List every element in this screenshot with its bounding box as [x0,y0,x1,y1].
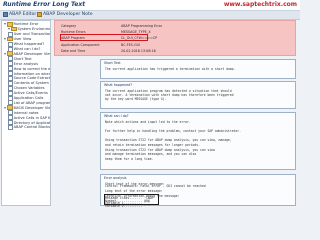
section-heading: What can I do? [104,114,129,118]
section-text-line: Note which actions and input led to the … [105,120,191,124]
tree-item-label: Internal notes [13,110,39,115]
document-icon [8,124,13,130]
tree-item-label: Error analysis [13,61,39,66]
expand-arrow-icon[interactable] [8,28,10,31]
tree-item-label: ABAP Developer View [13,51,51,56]
section-heading: What happened? [104,83,132,87]
folder-icon [7,105,13,110]
abap-editor-button[interactable]: ABAP Editor [3,12,36,17]
header-label: ABAP Program [61,36,85,41]
section-text-line: Long text of the error message: [105,189,163,194]
section-text-line: and manage termination messages, and you… [105,152,197,157]
folder-icon [7,51,13,56]
folder-icon [7,22,13,27]
tree-item-label: Chosen Variables [13,86,45,91]
tree-item-label: Source Code Extract [13,76,51,81]
navigation-tree: Runtime ErrorSystem EnvironmentUser and … [1,20,51,206]
tree-item-label: Application Calls [13,96,44,100]
application-toolbar: ABAP Editor ABAP Developer Note [0,11,300,20]
tree-item-label: What can I do? [13,47,41,51]
tree-item-label: Runtime Error [13,22,39,27]
section-text-line: Using transaction ST22 for ABAP dump ana… [105,138,232,143]
abap-developer-note-label: ABAP Developer Note [43,12,93,17]
section-heading: Error analysis [104,176,127,180]
section-text-line: The current application has triggered a … [105,67,236,71]
tree-item[interactable]: Runtime Error [4,22,38,27]
abap-editor-label: ABAP Editor [9,12,37,17]
tree-item-label: Active Calls in SAP Kernel [13,115,51,120]
tree-item[interactable]: User View [4,36,32,42]
folder-icon [11,26,17,32]
header-value: 20.02.2016 13:08:16 [121,48,156,53]
note-icon [37,12,42,17]
header-label: Runtime Errors [61,30,86,35]
tree-item-label: User and Transaction [13,32,51,37]
header-value: ABAP Programming Error [121,24,163,28]
tree-item-label: Information on where terminated [13,71,50,76]
section-text-line: Control Framework: Fatal error - GUI can… [105,184,206,189]
tree-item-label: List of ABAP programs [13,100,51,105]
header-value: MESSAGE_TYPE_X [121,30,151,35]
tree-item-label: System Environment [17,27,51,32]
expand-arrow-icon[interactable] [4,37,6,40]
header-label: Category [61,24,77,28]
section-heading: Short Text [104,61,121,65]
tree-item-label: What happened? [13,42,45,47]
section-text-line: For further help in handling the problem… [105,129,241,134]
editor-icon [3,12,8,17]
tree-item[interactable]: System Environment [8,26,51,32]
expand-arrow-icon[interactable] [4,23,6,26]
expand-arrow-icon[interactable] [4,106,6,109]
expand-arrow-icon[interactable] [4,52,6,55]
section-text-line: and retain termination messages for long… [105,143,200,147]
header-value: CL_GUI_CFW====CP [121,36,158,41]
tree-item-label: User View [13,36,32,41]
abap-developer-note-button[interactable]: ABAP Developer Note [37,12,93,17]
tree-item-label: Short Text [13,56,32,61]
watermark: www.saptechtrix.com [223,1,297,8]
tree-item[interactable]: ABAP Developer View [4,51,51,56]
tree-item[interactable]: BASIS Developer View [4,105,51,110]
section-text-line: Using transaction ST22 for ABAP dump ana… [105,147,215,152]
tree-item-label: Directory of Application Tables [13,120,51,125]
dump-content: Category ABAP Programming Error Runtime Er… [52,20,299,208]
what-happened-section: What happened? The current application pr… [100,81,296,109]
tree-item-label: Active Calls/Events [13,91,48,96]
short-text-section: Short Text The current application has tr… [100,59,296,79]
header-label: Application Component [61,42,100,47]
tree-item[interactable]: ABAP Control Blocks (CONT) [8,124,51,130]
section-text-line: keep them for a long time. [105,156,154,161]
section-text-line: by the key word MESSAGE (type X). [105,97,167,102]
error-analysis-section: Error analysis Short text of the error me… [100,174,296,208]
header-label: Date and Time [61,48,86,53]
section-text-line: Variable 2.......... " " [105,203,150,208]
title-bar: Runtime Error Long Text www.saptechtrix.… [0,0,300,11]
header-value: BC-FES-GUI [121,42,141,47]
tree-item-label: BASIS Developer View [13,105,51,110]
what-can-i-do-section: What can I do? Note which actions and inp… [100,112,296,170]
tree-item-label: ABAP Control Blocks (CONT) [13,125,51,130]
window-title: Runtime Error Long Text [3,1,86,8]
tree-item-label: How to correct the error [13,66,51,71]
dump-header: Category ABAP Programming Error Runtime Er… [54,20,296,56]
folder-icon [7,36,13,42]
tree-item-label: Contents of System Fields [13,81,50,86]
